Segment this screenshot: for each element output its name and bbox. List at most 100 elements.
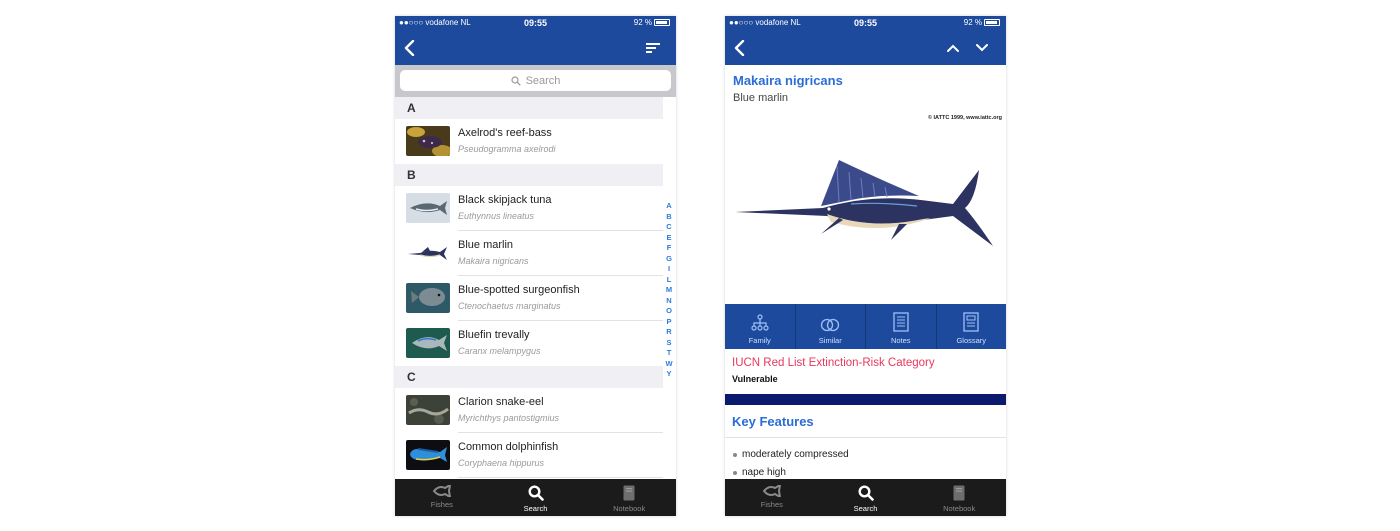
fish-thumbnail xyxy=(406,193,450,223)
navigation-bar xyxy=(395,31,676,65)
sort-button[interactable] xyxy=(642,37,664,59)
battery-icon xyxy=(984,19,1000,26)
tab-notebook[interactable]: Notebook xyxy=(582,479,676,516)
list-item[interactable]: Clarion snake-eel Myrichthys pantostigmi… xyxy=(395,388,663,433)
notebook-icon xyxy=(953,485,965,501)
glossary-icon xyxy=(963,312,979,332)
index-letter[interactable]: Y xyxy=(664,369,674,380)
fish-common-name: Blue marlin xyxy=(458,239,514,251)
status-bar: ●●○○○ vodafone NL 09:55 92 % xyxy=(395,16,676,31)
index-letter[interactable]: I xyxy=(664,264,674,275)
tab-label: Fishes xyxy=(760,500,783,509)
section-header-a: A xyxy=(395,97,663,119)
battery-indicator: 92 % xyxy=(634,18,670,27)
chevron-left-icon xyxy=(404,40,415,56)
image-copyright: © IATTC 1999, www.iattc.org xyxy=(927,115,1002,121)
fish-common-name: Clarion snake-eel xyxy=(458,396,544,408)
status-bar: ●●○○○ vodafone NL 09:55 92 % xyxy=(725,16,1006,31)
search-input[interactable]: Search xyxy=(400,70,671,91)
index-letter[interactable]: L xyxy=(664,275,674,286)
action-label: Notes xyxy=(890,336,911,345)
list-item[interactable]: Bluefin trevally Caranx melampygus xyxy=(395,321,663,366)
tab-notebook[interactable]: Notebook xyxy=(912,479,1006,516)
action-label: Glossary xyxy=(956,336,987,345)
previous-button[interactable] xyxy=(942,37,964,59)
alphabet-index[interactable]: ABCEFGILMNOPRSTWY xyxy=(664,201,674,380)
index-letter[interactable]: P xyxy=(664,317,674,328)
fish-scientific-name: Makaira nigricans xyxy=(458,256,529,266)
fish-scientific-name: Coryphaena hippurus xyxy=(458,458,545,468)
battery-percent: 92 % xyxy=(633,18,652,27)
section-header-c: C xyxy=(395,366,663,388)
glossary-button[interactable]: Glossary xyxy=(937,304,1007,349)
search-placeholder: Search xyxy=(525,74,561,87)
family-button[interactable]: Family xyxy=(725,304,796,349)
similar-icon xyxy=(821,318,840,332)
back-button[interactable] xyxy=(399,37,421,59)
notebook-icon xyxy=(623,485,635,501)
index-letter[interactable]: B xyxy=(664,212,674,223)
navigation-bar xyxy=(725,31,1006,65)
similar-button[interactable]: Similar xyxy=(796,304,866,349)
list-item[interactable]: Common dolphinfish Coryphaena hippurus xyxy=(395,433,663,478)
search-bar: Search xyxy=(395,65,676,97)
iucn-category-value: Vulnerable xyxy=(732,374,778,384)
back-button[interactable] xyxy=(729,37,751,59)
index-letter[interactable]: W xyxy=(664,359,674,370)
index-letter[interactable]: N xyxy=(664,296,674,307)
chevron-up-icon xyxy=(947,44,959,52)
index-letter[interactable]: O xyxy=(664,306,674,317)
index-letter[interactable]: E xyxy=(664,233,674,244)
index-letter[interactable]: S xyxy=(664,338,674,349)
action-label: Similar xyxy=(818,336,842,345)
notes-icon xyxy=(893,312,909,332)
species-illustration xyxy=(735,160,993,246)
fish-icon xyxy=(762,485,781,497)
tab-search[interactable]: Search xyxy=(489,479,583,516)
fish-thumbnail xyxy=(406,440,450,470)
tab-search[interactable]: Search xyxy=(819,479,913,516)
next-button[interactable] xyxy=(971,37,993,59)
fish-scientific-name: Myrichthys pantostigmius xyxy=(458,413,560,423)
tab-label: Search xyxy=(853,504,878,513)
section-divider-bar xyxy=(725,394,1006,405)
sort-icon xyxy=(646,43,660,53)
species-action-bar: Family Similar Notes Glossary xyxy=(725,304,1006,349)
list-item[interactable]: Axelrod's reef-bass Pseudogramma axelrod… xyxy=(395,119,663,164)
fish-scientific-name: Ctenochaetus marginatus xyxy=(458,301,561,311)
phone-list-screen: ●●○○○ vodafone NL 09:55 92 % Search A Ax… xyxy=(395,16,676,516)
list-item[interactable]: Black skipjack tuna Euthynnus lineatus xyxy=(395,186,663,231)
fish-thumbnail xyxy=(406,328,450,358)
notes-button[interactable]: Notes xyxy=(866,304,937,349)
battery-percent: 92 % xyxy=(963,18,982,27)
key-features-divider xyxy=(725,437,1006,438)
search-icon xyxy=(510,75,521,86)
index-letter[interactable]: M xyxy=(664,285,674,296)
tab-bar: Fishes Search Notebook xyxy=(395,479,676,516)
fish-common-name: Blue-spotted surgeonfish xyxy=(458,284,580,296)
index-letter[interactable]: T xyxy=(664,348,674,359)
fish-scientific-name: Caranx melampygus xyxy=(458,346,541,356)
chevron-left-icon xyxy=(734,40,745,56)
index-letter[interactable]: C xyxy=(664,222,674,233)
search-icon xyxy=(857,485,874,501)
action-label: Family xyxy=(748,336,771,345)
tab-label: Search xyxy=(523,504,548,513)
search-icon xyxy=(527,485,544,501)
list-item[interactable]: Blue-spotted surgeonfish Ctenochaetus ma… xyxy=(395,276,663,321)
fish-thumbnail xyxy=(406,283,450,313)
index-letter[interactable]: R xyxy=(664,327,674,338)
index-letter[interactable]: A xyxy=(664,201,674,212)
fish-common-name: Axelrod's reef-bass xyxy=(458,127,552,139)
list-item[interactable]: Blue marlin Makaira nigricans xyxy=(395,231,663,276)
index-letter[interactable]: F xyxy=(664,243,674,254)
tab-fishes[interactable]: Fishes xyxy=(395,479,489,516)
family-tree-icon xyxy=(751,314,769,331)
tab-fishes[interactable]: Fishes xyxy=(725,479,819,516)
fish-scientific-name: Pseudogramma axelrodi xyxy=(458,144,556,154)
phone-detail-screen: ●●○○○ vodafone NL 09:55 92 % Makaira nig… xyxy=(725,16,1006,516)
fish-thumbnail xyxy=(406,395,450,425)
section-header-b: B xyxy=(395,164,663,186)
index-letter[interactable]: G xyxy=(664,254,674,265)
key-features-heading: Key Features xyxy=(732,414,814,429)
